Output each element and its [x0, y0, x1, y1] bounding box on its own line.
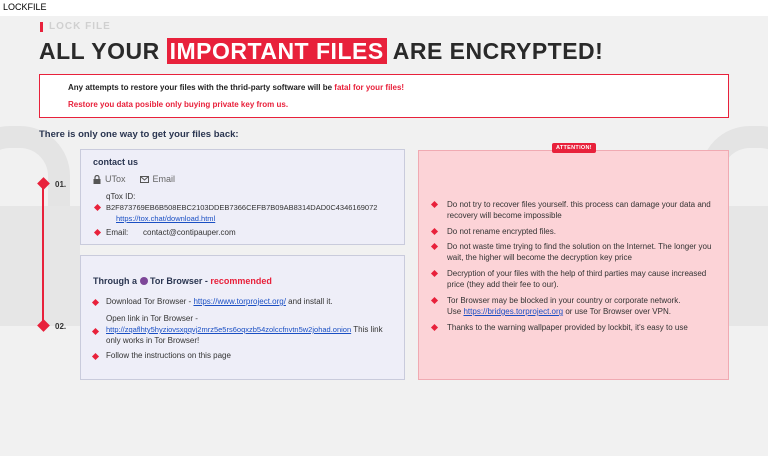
tor-title: Through a Tor Browser - recommended [93, 276, 272, 286]
contact-title: contact us [93, 157, 139, 167]
section-heading: There is only one way to get your files … [39, 129, 239, 140]
bullet-icon [91, 352, 100, 361]
step-number-1: 01. [55, 180, 67, 189]
bullet-icon [430, 227, 439, 236]
window-title: LOCKFILE [0, 0, 768, 16]
contact-card: contact us UTox Email qTox ID: B2F873769… [80, 149, 405, 245]
tab-email[interactable]: Email [139, 174, 175, 184]
warning-box: Any attempts to restore your files with … [39, 74, 729, 118]
attention-item: Thanks to the warning wallpaper provided… [430, 322, 722, 333]
tor-only-line: only works in Tor Browser! [106, 336, 200, 345]
tor-browser-icon [139, 277, 148, 285]
contact-tabs: UTox Email [93, 174, 175, 184]
torproject-link[interactable]: https://www.torproject.org/ [193, 297, 285, 306]
bullet-icon [430, 269, 439, 278]
bridges-link[interactable]: https://bridges.torproject.org [463, 307, 563, 316]
tor-download-line: Download Tor Browser - https://www.torpr… [106, 297, 333, 306]
onion-line: http://zqaflhty5hyziovsxgqvj2mrz5e5rs6oq… [106, 325, 383, 334]
onion-link[interactable]: http://zqaflhty5hyziovsxgqvj2mrz5e5rs6oq… [106, 325, 351, 334]
envelope-icon [139, 175, 149, 183]
lock-icon [93, 174, 101, 184]
email-value: contact@contipauper.com [143, 228, 236, 237]
bullet-icon [430, 200, 439, 209]
attention-item: Do not rename encrypted files. [430, 226, 722, 237]
tor-card: Through a Tor Browser - recommended Down… [80, 255, 405, 380]
tab-utox[interactable]: UTox [93, 174, 126, 184]
ransom-page: LOCK FILE ALL YOUR IMPORTANT FILES ARE E… [0, 16, 768, 456]
bullet-icon [430, 323, 439, 332]
headline-highlight: IMPORTANT FILES [166, 38, 387, 64]
qtox-label: qTox ID: [106, 192, 136, 201]
bullet-icon [430, 296, 439, 305]
timeline-line [42, 182, 44, 326]
page-title: ALL YOUR IMPORTANT FILES ARE ENCRYPTED! [39, 38, 604, 64]
attention-item: Do not try to recover files yourself. th… [430, 199, 722, 221]
bullet-icon [93, 203, 102, 212]
bullet-icon [91, 298, 100, 307]
qtox-download-link[interactable]: https://tox.chat/download.html [116, 214, 215, 223]
lock-file-label: LOCK FILE [40, 21, 111, 32]
step-number-2: 02. [55, 322, 67, 331]
attention-item: Tor Browser may be blocked in your count… [430, 295, 722, 317]
attention-badge: ATTENTION! [552, 143, 596, 153]
warning-line-2: Restore you data posible only buying pri… [68, 100, 289, 109]
accent-bar [40, 21, 43, 32]
background-lock-left-body [0, 206, 80, 326]
qtox-id: B2F873769EB6B508EBC2103DDEB7366CEFB7B09A… [106, 203, 378, 212]
tor-open-line: Open link in Tor Browser - [106, 314, 198, 323]
bullet-icon [93, 228, 102, 237]
attention-item: Do not waste time trying to find the sol… [430, 241, 722, 263]
email-label: Email: [106, 228, 129, 237]
warning-line-1: Any attempts to restore your files with … [68, 83, 405, 92]
attention-item: Decryption of your files with the help o… [430, 268, 722, 290]
follow-instructions: Follow the instructions on this page [106, 351, 231, 360]
bullet-icon [430, 242, 439, 251]
attention-card: Do not try to recover files yourself. th… [418, 150, 729, 380]
bullet-icon [91, 327, 100, 336]
